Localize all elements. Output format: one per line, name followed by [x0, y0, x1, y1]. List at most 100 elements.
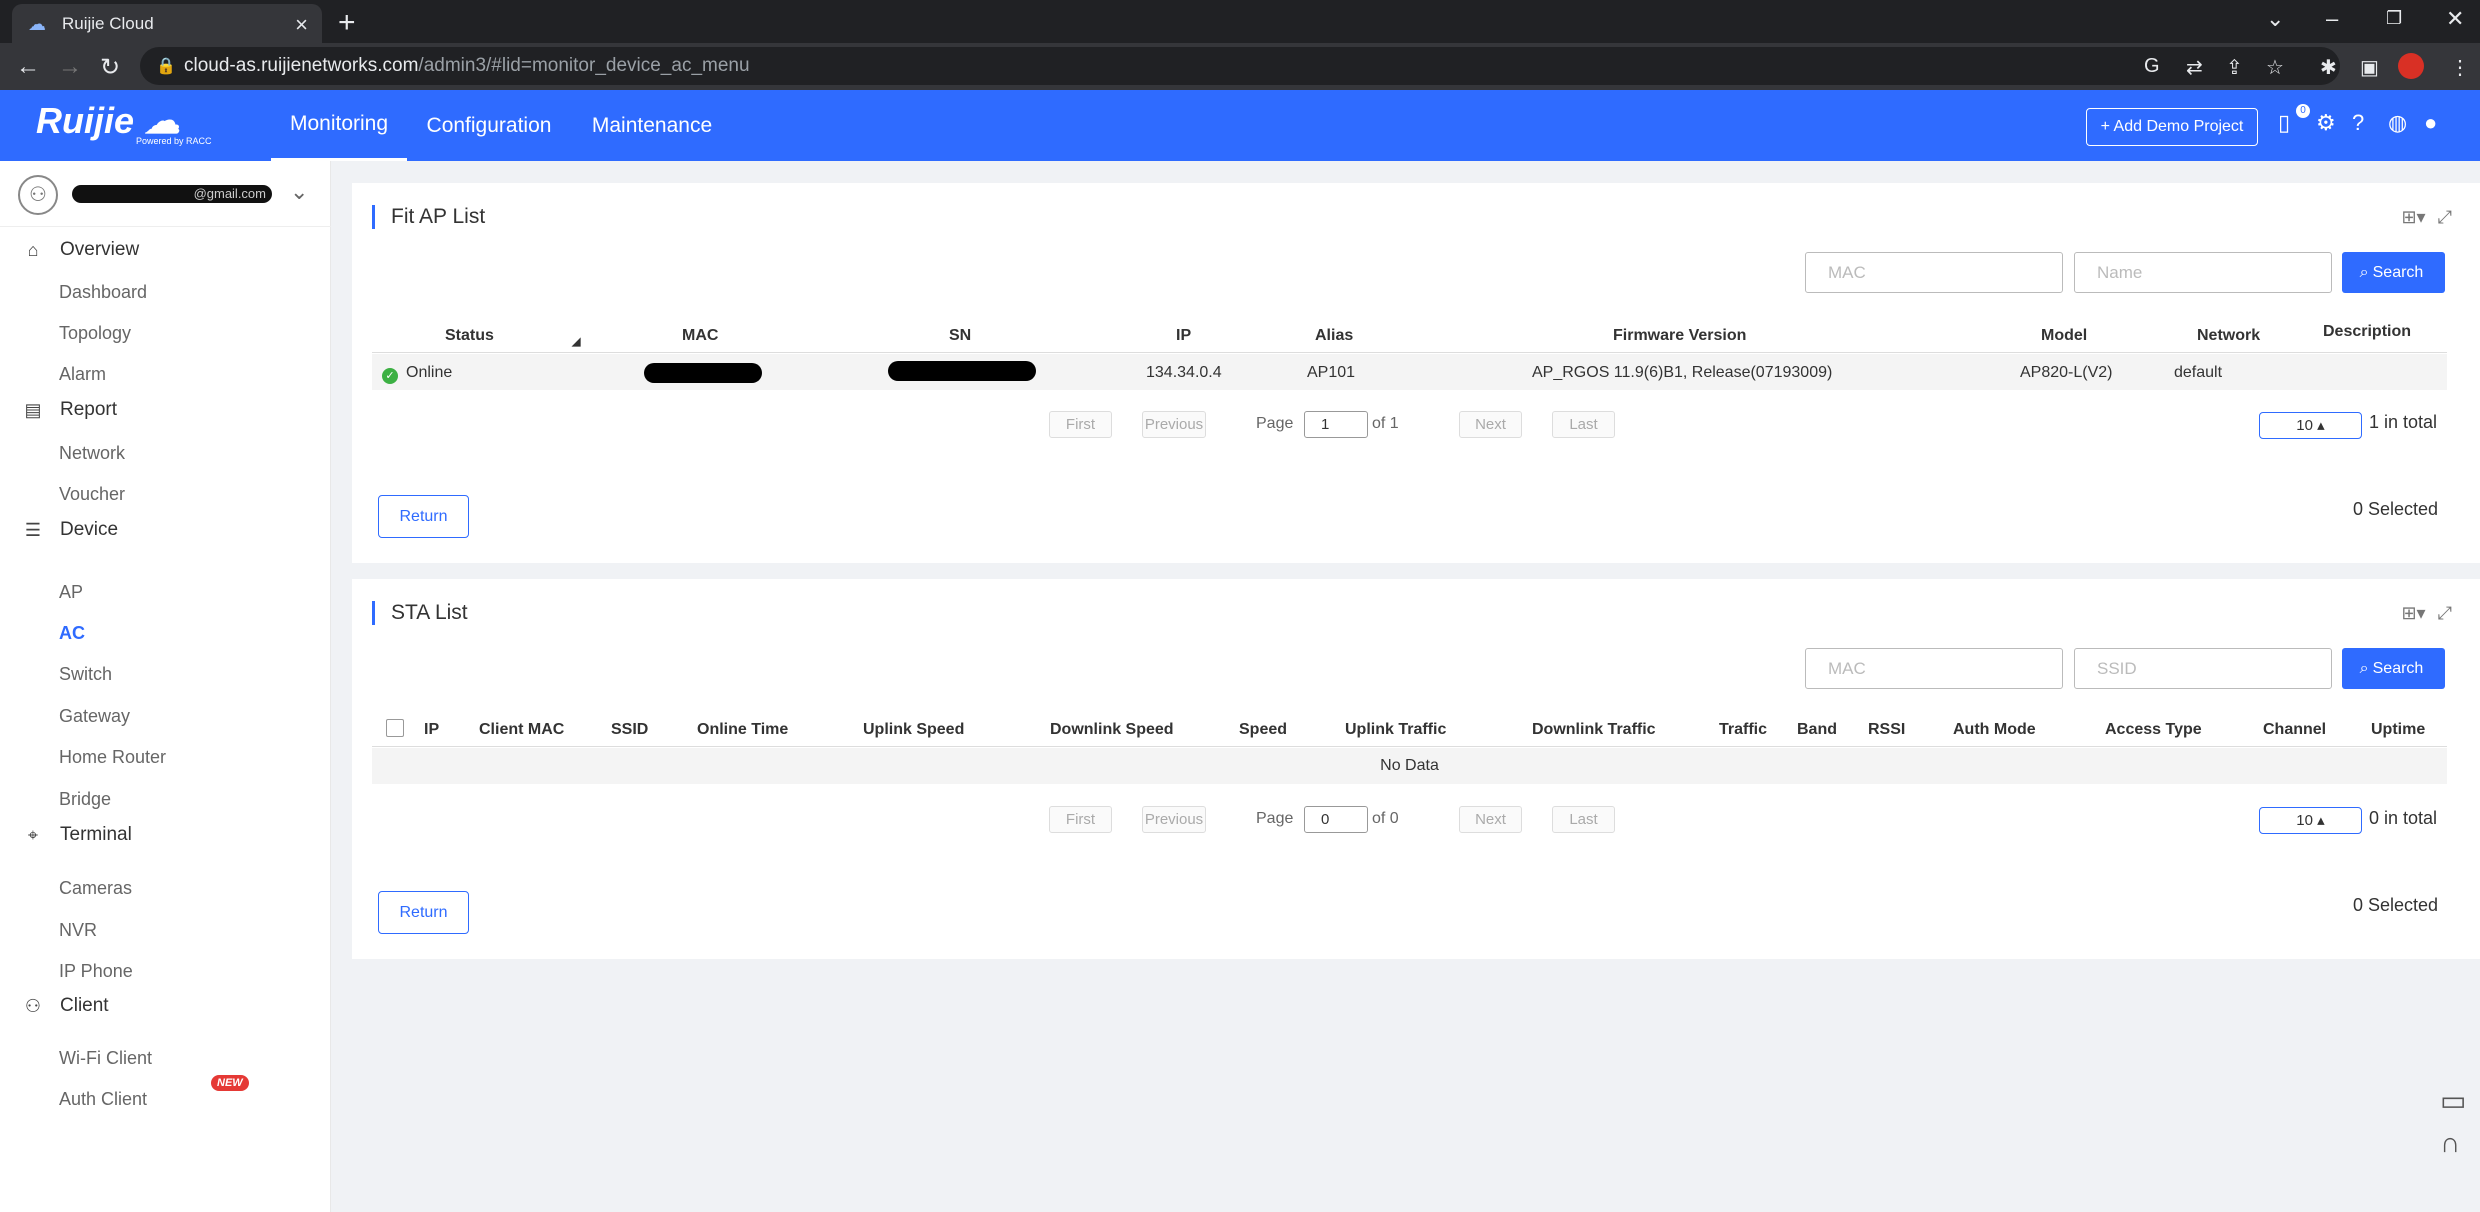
- page-size-select[interactable]: 10 ▴: [2259, 412, 2362, 439]
- chat-icon[interactable]: ▭: [2440, 1080, 2466, 1122]
- col-rssi[interactable]: RSSI: [1868, 721, 1905, 739]
- col-description[interactable]: Description: [2323, 323, 2411, 341]
- sidebar-item-ip-phone[interactable]: IP Phone: [59, 961, 133, 982]
- profile-avatar[interactable]: [2398, 53, 2424, 79]
- col-traffic[interactable]: Traffic: [1719, 721, 1767, 739]
- col-client-mac[interactable]: Client MAC: [479, 721, 564, 739]
- sidebar-item-auth-client[interactable]: Auth Client NEW: [59, 1075, 249, 1110]
- sidebar-section-report[interactable]: ▤ Report: [0, 390, 331, 430]
- fullscreen-icon[interactable]: ⤢: [2438, 603, 2452, 624]
- sidebar-item-bridge[interactable]: Bridge: [59, 789, 111, 810]
- sidebar-item-ac[interactable]: AC: [59, 623, 85, 644]
- address-bar[interactable]: 🔒 cloud-as.ruijienetworks.com/admin3/#li…: [140, 47, 2340, 85]
- col-downlink-traffic[interactable]: Downlink Traffic: [1532, 721, 1656, 739]
- gear-icon[interactable]: ⚙: [2316, 110, 2336, 136]
- ssid-search-input[interactable]: SSID: [2074, 648, 2332, 689]
- column-settings-icon[interactable]: ⊞▾: [2401, 207, 2425, 228]
- return-button[interactable]: Return: [378, 891, 469, 934]
- sidebar-item-wifi-client[interactable]: Wi-Fi Client: [59, 1048, 152, 1069]
- close-tab-icon[interactable]: ×: [295, 12, 308, 38]
- page-input[interactable]: 1: [1304, 411, 1368, 438]
- page-size-select[interactable]: 10 ▴: [2259, 807, 2362, 834]
- first-page-button[interactable]: First: [1049, 806, 1112, 833]
- col-alias[interactable]: Alias: [1315, 327, 1353, 345]
- select-all-checkbox[interactable]: [386, 719, 404, 737]
- google-icon[interactable]: G: [2144, 55, 2160, 78]
- translate-icon[interactable]: ⇄: [2186, 55, 2203, 80]
- sidebar-section-overview[interactable]: ⌂ Overview: [0, 230, 331, 270]
- close-window-icon[interactable]: ✕: [2446, 6, 2464, 32]
- search-button[interactable]: ⌕ Search: [2342, 648, 2445, 689]
- col-uplink-speed[interactable]: Uplink Speed: [863, 721, 964, 739]
- sidebar-item-nvr[interactable]: NVR: [59, 920, 97, 941]
- account-switcher[interactable]: ⚇ @gmail.com ⌄: [0, 161, 331, 227]
- chevron-down-icon[interactable]: ⌄: [2266, 6, 2284, 32]
- restore-icon[interactable]: ❐: [2386, 8, 2402, 29]
- bookmark-star-icon[interactable]: ☆: [2266, 55, 2284, 80]
- page-input[interactable]: 0: [1304, 806, 1368, 833]
- user-icon[interactable]: ●: [2424, 110, 2437, 136]
- sidebar-item-gateway[interactable]: Gateway: [59, 706, 130, 727]
- fullscreen-icon[interactable]: ⤢: [2438, 207, 2452, 228]
- menu-icon[interactable]: ⋮: [2450, 55, 2470, 80]
- sidebar-item-ap[interactable]: AP: [59, 582, 83, 603]
- minimize-icon[interactable]: –: [2326, 6, 2338, 32]
- headset-icon[interactable]: ∩: [2440, 1122, 2466, 1164]
- sidebar-item-voucher[interactable]: Voucher: [59, 484, 125, 505]
- help-icon[interactable]: ?: [2352, 110, 2364, 136]
- nav-monitoring[interactable]: Monitoring: [271, 90, 407, 161]
- col-speed[interactable]: Speed: [1239, 721, 1287, 739]
- globe-icon[interactable]: ◍: [2388, 110, 2407, 136]
- first-page-button[interactable]: First: [1049, 411, 1112, 438]
- mac-search-input[interactable]: MAC: [1805, 648, 2063, 689]
- forward-icon[interactable]: →: [58, 53, 82, 81]
- col-auth-mode[interactable]: Auth Mode: [1953, 721, 2036, 739]
- last-page-button[interactable]: Last: [1552, 806, 1615, 833]
- nav-configuration[interactable]: Configuration: [414, 90, 564, 161]
- col-ip[interactable]: IP: [424, 721, 439, 739]
- sidebar-section-client[interactable]: ⚇ Client: [0, 986, 331, 1026]
- extensions-icon[interactable]: ✱: [2320, 55, 2337, 80]
- previous-page-button[interactable]: Previous: [1142, 411, 1206, 438]
- sidebar-section-device[interactable]: ☰ Device: [0, 510, 331, 550]
- col-status[interactable]: Status: [445, 327, 494, 345]
- ruijie-logo[interactable]: Ruijie ☁ Powered by RACC: [36, 100, 212, 146]
- browser-tab[interactable]: ☁ Ruijie Cloud ×: [12, 4, 322, 43]
- table-row[interactable]: ✓ Online 134.34.0.4 AP101 AP_RGOS 11.9(6)…: [372, 354, 2447, 390]
- sidebar-item-cameras[interactable]: Cameras: [59, 878, 132, 899]
- return-button[interactable]: Return: [378, 495, 469, 538]
- share-icon[interactable]: ⇪: [2226, 55, 2243, 80]
- sort-icon[interactable]: ◢: [572, 335, 580, 348]
- col-downlink-speed[interactable]: Downlink Speed: [1050, 721, 1174, 739]
- col-band[interactable]: Band: [1797, 721, 1837, 739]
- col-uptime[interactable]: Uptime: [2371, 721, 2425, 739]
- mac-redacted-link[interactable]: [644, 363, 762, 383]
- next-page-button[interactable]: Next: [1459, 411, 1522, 438]
- add-demo-project-button[interactable]: + Add Demo Project: [2086, 108, 2258, 146]
- sidebar-item-alarm[interactable]: Alarm: [59, 364, 106, 385]
- side-panel-icon[interactable]: ▣: [2360, 55, 2379, 80]
- previous-page-button[interactable]: Previous: [1142, 806, 1206, 833]
- col-model[interactable]: Model: [2041, 327, 2087, 345]
- last-page-button[interactable]: Last: [1552, 411, 1615, 438]
- sidebar-item-topology[interactable]: Topology: [59, 323, 131, 344]
- back-icon[interactable]: ←: [16, 53, 40, 81]
- col-mac[interactable]: MAC: [682, 327, 718, 345]
- name-search-input[interactable]: Name: [2074, 252, 2332, 293]
- sidebar-item-home-router[interactable]: Home Router: [59, 747, 166, 768]
- nav-maintenance[interactable]: Maintenance: [580, 90, 724, 161]
- col-online-time[interactable]: Online Time: [697, 721, 788, 739]
- sidebar-section-terminal[interactable]: ⌖ Terminal: [0, 815, 331, 855]
- col-sn[interactable]: SN: [949, 327, 971, 345]
- col-ssid[interactable]: SSID: [611, 721, 648, 739]
- notification-icon[interactable]: ▯: [2278, 110, 2290, 136]
- col-network[interactable]: Network: [2197, 327, 2260, 345]
- col-uplink-traffic[interactable]: Uplink Traffic: [1345, 721, 1446, 739]
- col-ip[interactable]: IP: [1176, 327, 1191, 345]
- col-access-type[interactable]: Access Type: [2105, 721, 2202, 739]
- column-settings-icon[interactable]: ⊞▾: [2401, 603, 2425, 624]
- sidebar-item-switch[interactable]: Switch: [59, 664, 112, 685]
- mac-search-input[interactable]: MAC: [1805, 252, 2063, 293]
- col-firmware[interactable]: Firmware Version: [1613, 327, 1746, 345]
- chevron-down-icon[interactable]: ⌄: [290, 179, 308, 205]
